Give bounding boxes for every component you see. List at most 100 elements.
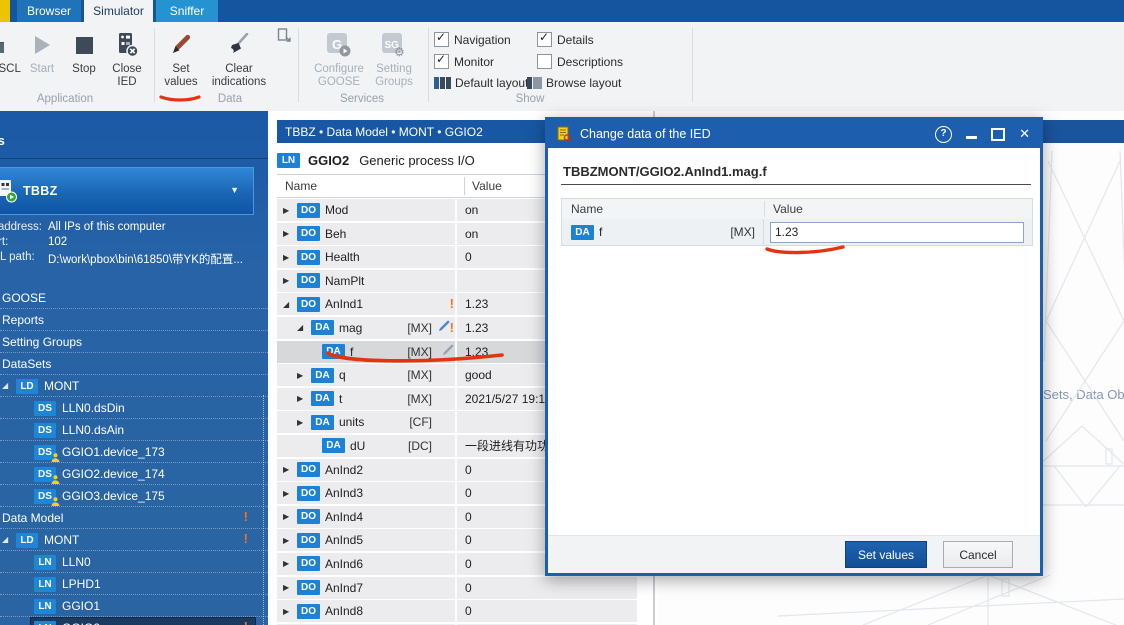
clear-indications-button[interactable]: Clear indications <box>206 30 272 89</box>
expand-icon[interactable]: ▶ <box>283 206 293 215</box>
sidebar-item-mont[interactable]: ◢LDMONT! <box>0 529 268 551</box>
descriptions-checkbox[interactable]: Descriptions <box>537 54 623 69</box>
data-group-launcher-icon[interactable] <box>277 28 292 46</box>
sidebar-item-lphd1[interactable]: LNLPHD1 <box>0 573 268 595</box>
expand-icon[interactable]: ▶ <box>283 559 293 568</box>
dialog-data-row[interactable]: DA f [MX] <box>561 219 1033 246</box>
pencil-icon <box>438 320 450 335</box>
do-icon: DO <box>297 462 320 477</box>
sidebar-item-ggio3-device-175[interactable]: DSGGIO3.device_175 <box>0 485 268 507</box>
group-label-application: Application <box>10 93 120 105</box>
set-values-label: Set values <box>158 63 204 89</box>
expand-icon[interactable]: ▶ <box>283 276 293 285</box>
sidebar-item-datasets[interactable]: DataSets <box>0 353 268 375</box>
expand-icon[interactable]: ▶ <box>283 583 293 592</box>
ied-name: TBBZ <box>23 184 58 198</box>
main-tab-bar: Browser Simulator Sniffer <box>0 0 1124 22</box>
setting-groups-button[interactable]: SG⚙ Setting Groups <box>368 30 420 89</box>
sidebar-item-goose[interactable]: GOOSE <box>0 287 268 309</box>
dialog-table-header: Name Value <box>561 198 1033 220</box>
sidebar-item-ggio1[interactable]: LNGGIO1 <box>0 595 268 617</box>
row-name: q <box>339 368 346 382</box>
sidebar-item-ggio1-device-173[interactable]: DSGGIO1.device_173 <box>0 441 268 463</box>
sidebar-item-lln0-dsain[interactable]: DSLLN0.dsAin <box>0 419 268 441</box>
expand-icon[interactable]: ▶ <box>283 512 293 521</box>
stop-button[interactable]: Stop <box>64 30 104 76</box>
dialog-title-bar[interactable]: Change data of the IED ? ✕ <box>548 120 1040 148</box>
sidebar-scrollbar[interactable] <box>263 395 264 625</box>
ds-icon: DS <box>34 423 56 438</box>
alert-icon: ! <box>450 322 454 334</box>
minimize-button[interactable] <box>966 129 977 139</box>
expand-icon[interactable]: ▶ <box>297 371 307 380</box>
start-icon <box>35 30 50 60</box>
set-values-dialog-button[interactable]: Set values <box>845 541 927 568</box>
cancel-button[interactable]: Cancel <box>943 541 1013 568</box>
tree-item-label: GGIO1.device_173 <box>62 445 165 459</box>
sidebar-item-ggio2[interactable]: LNGGIO2! <box>0 617 268 625</box>
group-label-data: Data <box>180 93 280 105</box>
expand-icon[interactable]: ▶ <box>283 229 293 238</box>
sidebar-item-data-model[interactable]: Data Model! <box>0 507 268 529</box>
sidebar-item-lln0-dsdin[interactable]: DSLLN0.dsDin <box>0 397 268 419</box>
alert-icon: ! <box>450 298 454 310</box>
dialog-column-name: Name <box>571 202 603 216</box>
sidebar-item-mont[interactable]: ◢LDMONT <box>0 375 268 397</box>
tree-item-label: Data Model <box>2 511 63 525</box>
setting-groups-icon: SG⚙ <box>381 30 407 60</box>
details-checkbox[interactable]: Details <box>537 32 594 47</box>
app-menu-fragment[interactable] <box>0 0 10 22</box>
expander-icon[interactable]: ◢ <box>2 381 16 390</box>
user-badge-icon <box>51 453 60 462</box>
row-name: NamPlt <box>325 274 364 288</box>
sidebar-item-setting-groups[interactable]: Setting Groups <box>0 331 268 353</box>
monitor-checkbox[interactable]: Monitor <box>434 54 494 69</box>
expand-icon[interactable]: ▶ <box>283 607 293 616</box>
row-value: 0 <box>455 577 637 599</box>
details-label: Details <box>557 33 594 47</box>
column-header-name[interactable]: Name <box>285 179 317 193</box>
sidebar-item-ggio2-device-174[interactable]: DSGGIO2.device_174 <box>0 463 268 485</box>
expander-icon[interactable]: ◢ <box>2 535 16 544</box>
do-icon: DO <box>297 203 320 218</box>
do-icon: DO <box>297 226 320 241</box>
default-layout-button[interactable]: Default layout <box>434 76 528 90</box>
tab-browser[interactable]: Browser <box>17 0 81 22</box>
sidebar-item-reports[interactable]: Reports <box>0 309 268 331</box>
value-input[interactable] <box>770 222 1024 243</box>
expand-icon[interactable]: ▶ <box>283 253 293 262</box>
stop-icon <box>76 30 93 60</box>
sidebar-item-lln0[interactable]: LNLLN0 <box>0 551 268 573</box>
tab-sniffer[interactable]: Sniffer <box>156 0 218 22</box>
ip-address-label: IP address: <box>0 221 42 233</box>
browse-layout-button[interactable]: Browse layout <box>527 76 621 90</box>
configure-goose-button[interactable]: G Configure GOOSE <box>310 30 368 89</box>
data-row-anind7[interactable]: ▶DOAnInd70 <box>277 577 637 599</box>
expand-icon[interactable]: ▶ <box>283 489 293 498</box>
configure-goose-label: Configure GOOSE <box>310 63 368 89</box>
da-icon: DA <box>311 320 334 335</box>
node-description: Generic process I/O <box>359 153 475 168</box>
expand-icon[interactable]: ▶ <box>283 536 293 545</box>
set-values-button[interactable]: Set values <box>158 30 204 89</box>
tab-simulator[interactable]: Simulator <box>84 0 153 22</box>
start-button[interactable]: Start <box>22 30 62 76</box>
data-row-anind8[interactable]: ▶DOAnInd80 <box>277 600 637 622</box>
navigation-checkbox[interactable]: Navigation <box>434 32 511 47</box>
maximize-button[interactable] <box>991 128 1005 141</box>
expand-icon[interactable]: ▶ <box>297 418 307 427</box>
expand-icon[interactable]: ▶ <box>297 394 307 403</box>
ied-selector[interactable]: TBBZ ▼ <box>0 167 254 215</box>
collapse-icon[interactable]: ◢ <box>283 300 293 309</box>
column-header-value[interactable]: Value <box>472 179 502 193</box>
open-scl-button[interactable]: Open SCL <box>0 30 22 76</box>
row-name: AnInd6 <box>325 557 363 571</box>
chevron-down-icon[interactable]: ▼ <box>230 185 239 195</box>
stop-label: Stop <box>72 63 96 76</box>
help-button[interactable]: ? <box>935 126 952 143</box>
expand-icon[interactable]: ▶ <box>283 465 293 474</box>
collapse-icon[interactable]: ◢ <box>297 323 307 332</box>
close-icon[interactable]: ✕ <box>1019 126 1030 142</box>
tree-item-label: Reports <box>2 313 44 327</box>
close-ied-button[interactable]: Close IED <box>105 30 149 89</box>
